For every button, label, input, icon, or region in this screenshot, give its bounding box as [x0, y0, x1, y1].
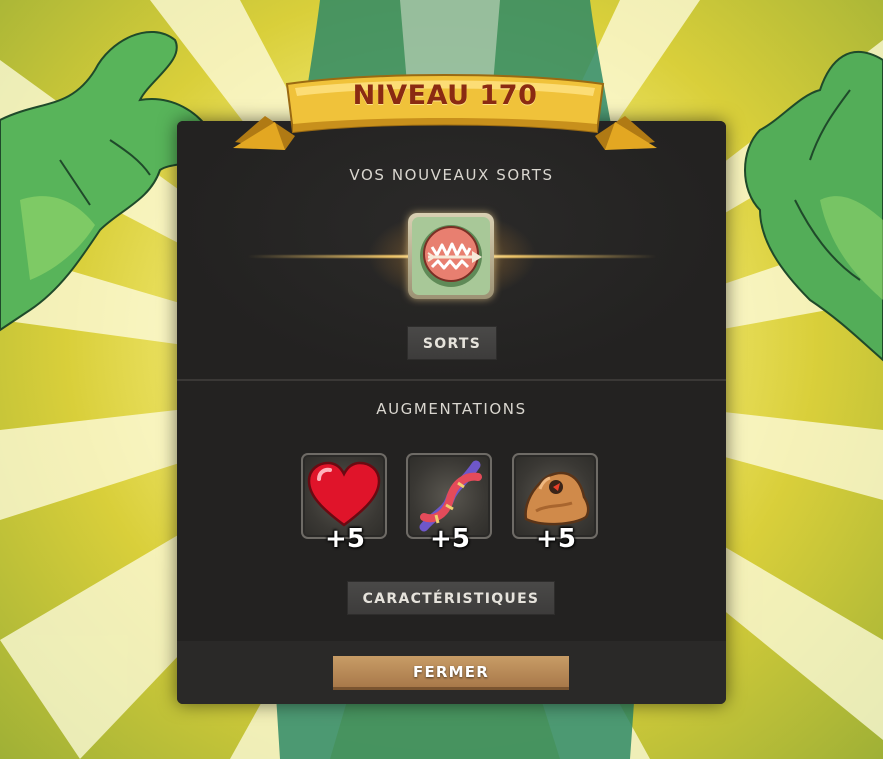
game-scene: VOS NOUVEAUX SORTS SORTS AUGMENTATIONS +… — [0, 0, 883, 759]
augmentation-value: +5 — [536, 524, 576, 554]
augmentation-vitality[interactable]: +5 — [301, 453, 387, 553]
level-banner: NIVEAU 170 — [225, 66, 665, 162]
new-spells-title: VOS NOUVEAUX SORTS — [349, 166, 554, 184]
augmentation-stone[interactable]: +5 — [512, 453, 598, 553]
spell-fanged-arrow-icon — [412, 217, 490, 295]
augmentations-title: AUGMENTATIONS — [376, 400, 527, 418]
level-up-dialog: VOS NOUVEAUX SORTS SORTS AUGMENTATIONS +… — [177, 121, 726, 704]
augmentation-genetics[interactable]: +5 — [406, 453, 492, 553]
spells-button[interactable]: SORTS — [407, 326, 497, 360]
augmentation-value: +5 — [430, 524, 470, 554]
section-divider — [177, 379, 726, 381]
new-spell-slot[interactable] — [408, 213, 494, 299]
characteristics-button[interactable]: CARACTÉRISTIQUES — [347, 581, 555, 615]
close-button[interactable]: FERMER — [333, 656, 569, 690]
level-title: NIVEAU 170 — [352, 80, 538, 111]
augmentation-value: +5 — [325, 524, 365, 554]
